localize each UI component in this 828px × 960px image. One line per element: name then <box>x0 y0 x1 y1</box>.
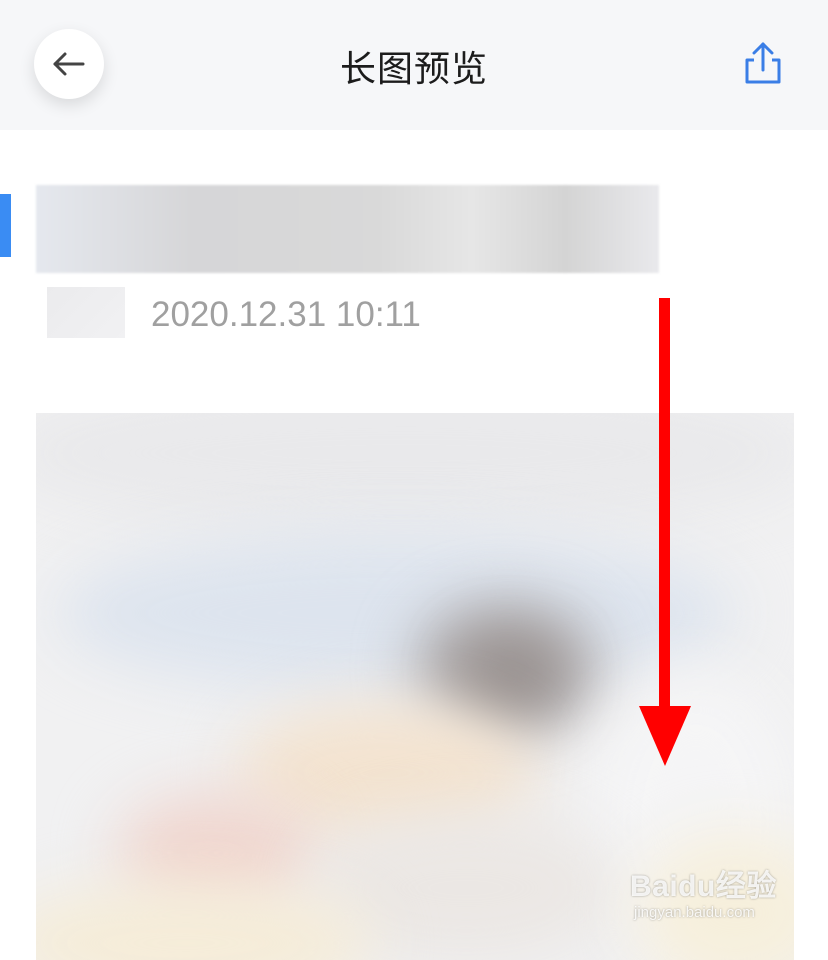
scroll-down-arrow-annotation <box>639 298 691 766</box>
section-accent-bar <box>0 194 11 257</box>
top-bar: 长图预览 <box>0 0 828 130</box>
post-timestamp: 2020.12.31 10:11 <box>151 295 421 334</box>
share-upload-icon <box>745 42 781 84</box>
blurred-title <box>36 185 659 273</box>
watermark-url: jingyan.baidu.com <box>634 904 755 921</box>
blurred-avatar <box>47 287 125 338</box>
page-title: 长图预览 <box>339 49 488 90</box>
watermark-main: Baidu经验 <box>630 870 777 903</box>
share-button[interactable] <box>738 38 788 88</box>
baidu-jingyan-watermark: Baidu经验 jingyan.baidu.com <box>630 870 800 940</box>
